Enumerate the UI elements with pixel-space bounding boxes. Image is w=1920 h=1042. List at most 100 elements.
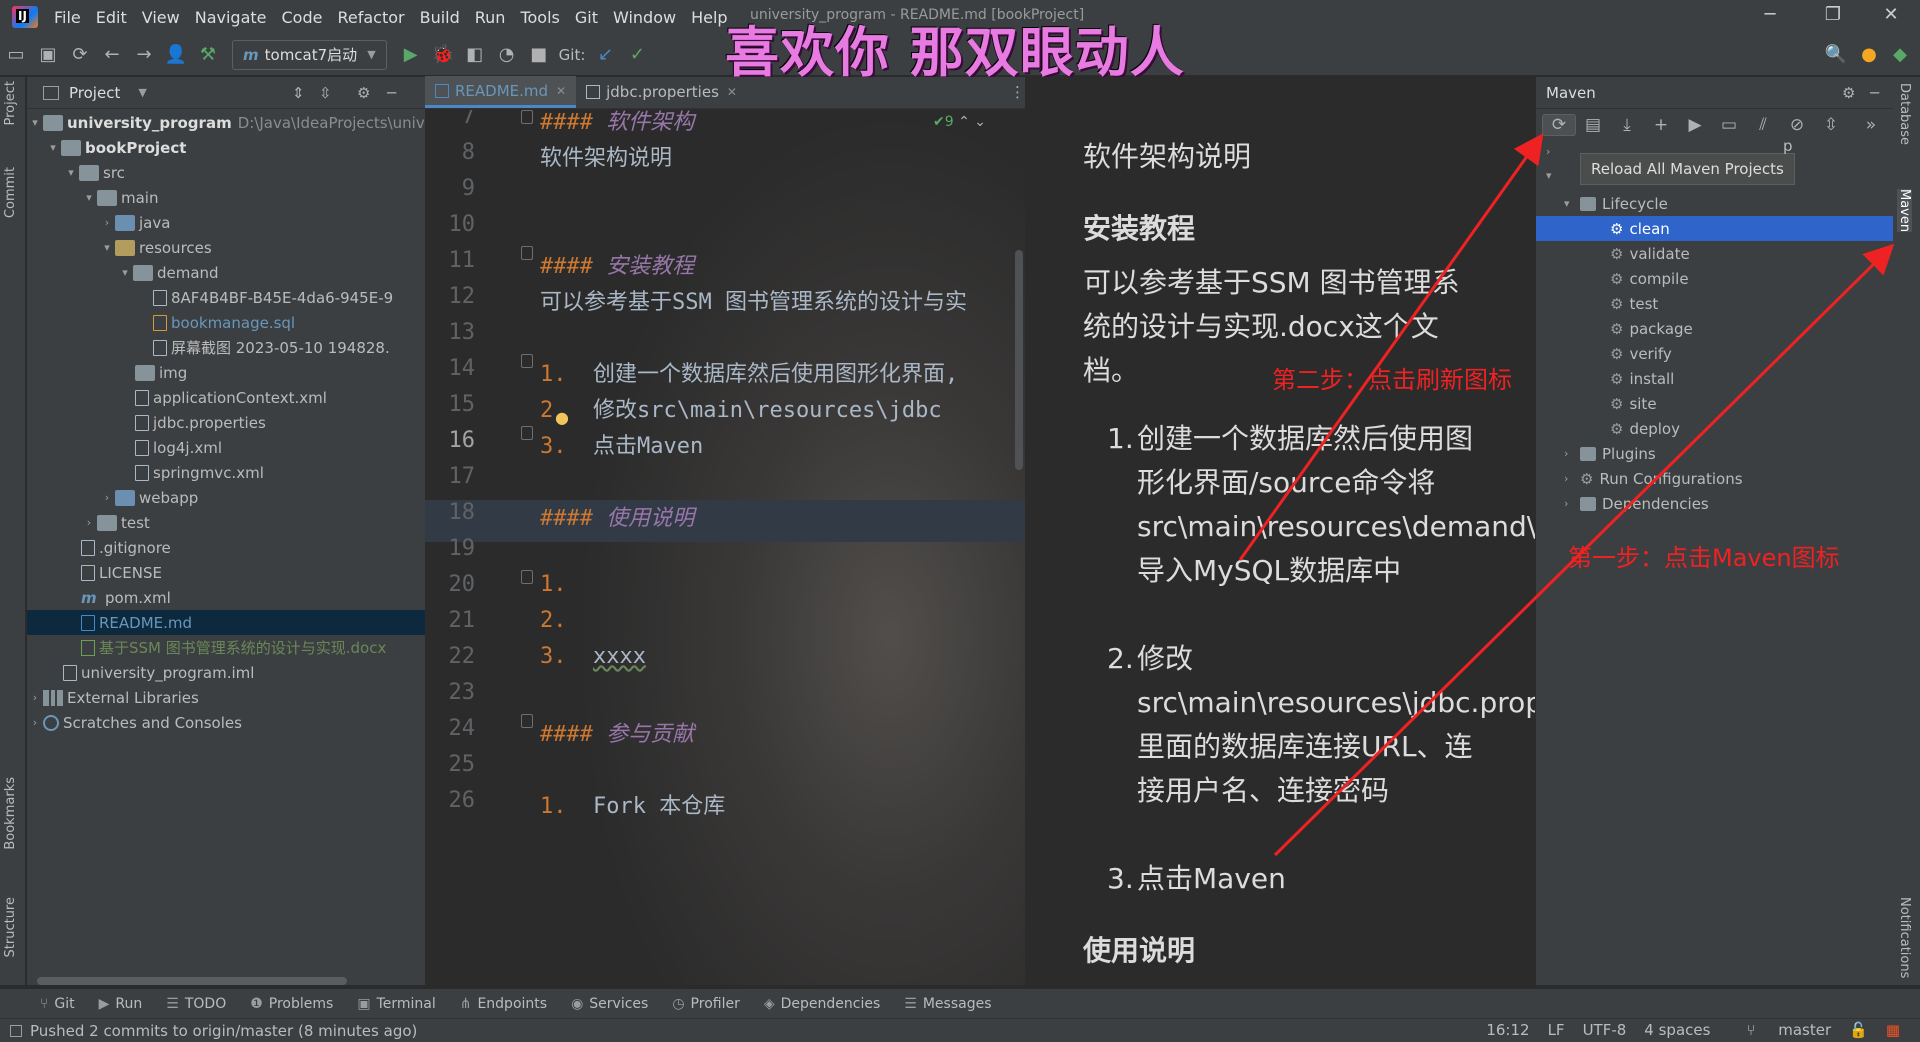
maven-goal-package[interactable]: ⚙ package [1536, 316, 1894, 341]
generate-sources-icon[interactable]: ▤ [1576, 115, 1610, 135]
lightbulb-icon[interactable]: ● [555, 408, 569, 427]
collapse-all-icon[interactable]: ⇳ [319, 84, 332, 102]
tree-item-selected[interactable]: README.md [27, 610, 425, 635]
tree-item[interactable]: LICENSE [81, 560, 162, 585]
menu-refactor[interactable]: Refactor [337, 8, 404, 27]
tab-run[interactable]: ▶ Run [99, 996, 143, 1012]
status-message[interactable]: Pushed 2 commits to origin/master (8 min… [30, 1022, 417, 1040]
save-icon[interactable]: ▣ [32, 44, 64, 65]
sync-icon[interactable]: ⟳ [64, 44, 96, 65]
profile-icon[interactable]: ◔ [491, 44, 523, 65]
tab-messages[interactable]: ☰ Messages [904, 996, 991, 1012]
tree-item[interactable]: ▾ src [63, 160, 125, 185]
maven-plugins[interactable]: › Plugins [1536, 441, 1894, 466]
tree-item[interactable]: ▾ resources [99, 235, 211, 260]
tree-item[interactable]: 屏幕截图 2023-05-10 194828. [153, 335, 390, 360]
maven-goal-validate[interactable]: ⚙ validate [1536, 241, 1894, 266]
gear-icon[interactable]: ⚙ [1842, 84, 1855, 102]
maven-goal-clean[interactable]: ⚙ clean [1536, 216, 1894, 241]
search-icon[interactable]: 🔍 [1820, 44, 1852, 65]
menu-navigate[interactable]: Navigate [195, 8, 267, 27]
tab-git[interactable]: ⑂ Git [40, 996, 75, 1012]
git-branch[interactable]: ⑂ master [1728, 1021, 1831, 1039]
menu-tools[interactable]: Tools [520, 8, 559, 27]
tab-dependencies[interactable]: ◈ Dependencies [764, 996, 880, 1012]
tab-terminal[interactable]: ▣ Terminal [357, 996, 435, 1012]
indent-setting[interactable]: 4 spaces [1644, 1021, 1710, 1039]
tree-item[interactable]: 基于SSM 图书管理系统的设计与实现.docx [81, 635, 386, 660]
restore-icon[interactable]: ❐ [1813, 4, 1853, 25]
tree-item[interactable]: › java [99, 210, 171, 235]
hide-panel-icon[interactable]: ─ [387, 84, 396, 102]
run-icon[interactable]: ▶ [395, 44, 427, 65]
coverage-icon[interactable]: ◧ [459, 44, 491, 65]
tab-maven[interactable]: Maven [1897, 189, 1912, 233]
fold-marker-icon[interactable] [521, 570, 533, 584]
more-icon[interactable]: » [1854, 115, 1888, 135]
code-editor[interactable]: ✔9 ⌃ ⌄ 7 8 9 10 11 12 13 14 15 16 17 18 … [425, 110, 1025, 985]
tab-readme[interactable]: README.md ✕ [425, 76, 577, 108]
tab-profiler[interactable]: ◷ Profiler [672, 996, 740, 1012]
tab-project[interactable]: Project [3, 81, 18, 125]
tab-services[interactable]: ◉ Services [571, 996, 648, 1012]
minimize-icon[interactable]: ─ [1750, 4, 1790, 25]
menu-run[interactable]: Run [475, 8, 506, 27]
lock-icon[interactable]: 🔓 [1849, 1021, 1868, 1039]
forward-icon[interactable]: → [128, 44, 160, 65]
tree-item[interactable]: › test [81, 510, 150, 535]
maven-lifecycle[interactable]: ▾ Lifecycle [1536, 191, 1894, 216]
tree-item[interactable]: ▾ main [81, 185, 158, 210]
gear-icon[interactable]: ⚙ [357, 84, 370, 102]
tree-item[interactable]: log4j.xml [135, 435, 222, 460]
maven-goal-compile[interactable]: ⚙ compile [1536, 266, 1894, 291]
debug-icon[interactable]: 🐞 [427, 44, 459, 65]
chevron-down-icon[interactable]: ▼ [138, 86, 146, 99]
editor-vertical-scrollbar[interactable] [1015, 250, 1023, 470]
tree-item[interactable]: ▾ bookProject [45, 135, 186, 160]
maven-goal-test[interactable]: ⚙ test [1536, 291, 1894, 316]
expanded-arrow-icon[interactable]: ▾ [1546, 169, 1552, 182]
inspection-widget[interactable]: ✔9 ⌃ ⌄ [933, 114, 986, 130]
tree-item[interactable]: › External Libraries [27, 685, 199, 710]
close-tab-icon[interactable]: ✕ [556, 84, 566, 98]
tab-notifications[interactable]: Notifications [1897, 897, 1912, 978]
expand-all-icon[interactable]: ⇕ [292, 84, 305, 102]
horizontal-scrollbar[interactable] [37, 977, 347, 985]
fold-marker-icon[interactable] [521, 246, 533, 260]
tree-root[interactable]: ▾ university_program D:\Java\IdeaProject… [27, 110, 434, 135]
menu-help[interactable]: Help [691, 8, 727, 27]
tab-problems[interactable]: ❶ Problems [250, 996, 333, 1012]
tree-item[interactable]: jdbc.properties [135, 410, 266, 435]
run-maven-build-icon[interactable]: ▶ [1678, 115, 1712, 135]
line-separator[interactable]: LF [1548, 1021, 1565, 1039]
tree-item[interactable]: bookmanage.sql [153, 310, 295, 335]
user-icon[interactable]: 👤 [160, 44, 192, 65]
menu-view[interactable]: View [142, 8, 180, 27]
maven-run-configurations[interactable]: › ⚙ Run Configurations [1536, 466, 1894, 491]
maven-goal-install[interactable]: ⚙ install [1536, 366, 1894, 391]
menu-window[interactable]: Window [613, 8, 676, 27]
menu-build[interactable]: Build [420, 8, 460, 27]
close-tab-icon[interactable]: ✕ [727, 85, 737, 99]
toggle-offline-icon[interactable]: ⫽ [1746, 115, 1780, 135]
tree-item[interactable]: › Scratches and Consoles [27, 710, 242, 735]
add-icon[interactable]: + [1644, 115, 1678, 135]
toolbox-icon[interactable]: ◆ [1884, 44, 1916, 65]
maven-dependencies[interactable]: › Dependencies [1536, 491, 1894, 516]
tab-commit[interactable]: Commit [3, 167, 18, 218]
skip-tests-icon[interactable]: ⊘ [1780, 115, 1814, 135]
project-panel-title[interactable]: Project [69, 84, 120, 102]
reload-all-maven-projects-icon[interactable]: ⟳ [1542, 114, 1576, 136]
tree-item[interactable]: applicationContext.xml [135, 385, 327, 410]
tab-jdbc-properties[interactable]: jdbc.properties ✕ [576, 76, 747, 108]
execute-goal-icon[interactable]: ▭ [1712, 115, 1746, 135]
tab-endpoints[interactable]: ⋔ Endpoints [460, 996, 547, 1012]
fold-marker-icon[interactable] [521, 426, 533, 440]
tree-item[interactable]: img [135, 360, 187, 385]
maven-goal-verify[interactable]: ⚙ verify [1536, 341, 1894, 366]
maven-goal-site[interactable]: ⚙ site [1536, 391, 1894, 416]
menu-file[interactable]: File [54, 8, 81, 27]
tree-item[interactable]: ▾ demand [117, 260, 218, 285]
tree-item[interactable]: › webapp [99, 485, 198, 510]
hide-panel-icon[interactable]: ─ [1870, 84, 1879, 102]
